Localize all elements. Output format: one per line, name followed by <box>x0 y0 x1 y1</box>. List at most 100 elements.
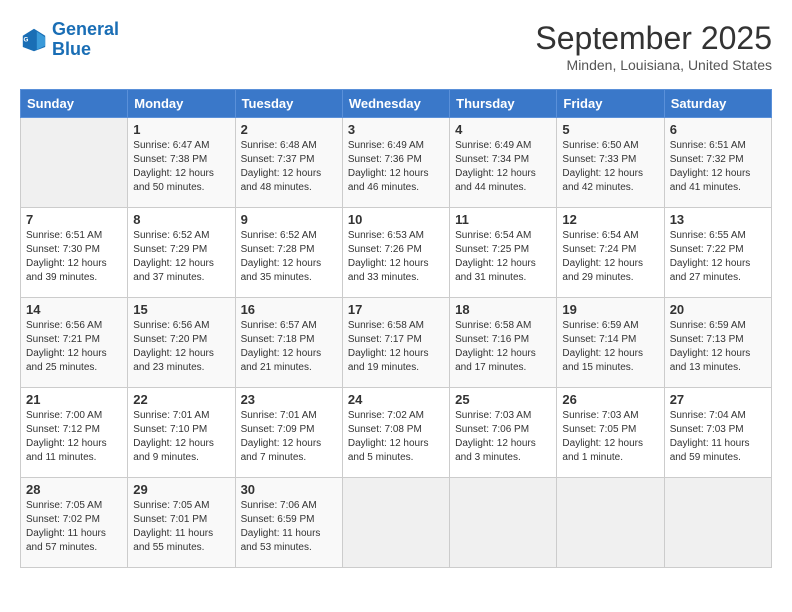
calendar-cell <box>557 478 664 568</box>
day-number: 21 <box>26 392 122 407</box>
week-row-0: 1 Sunrise: 6:47 AMSunset: 7:38 PMDaylight… <box>21 118 772 208</box>
day-info: Sunrise: 6:52 AMSunset: 7:29 PMDaylight:… <box>133 229 229 285</box>
day-info: Sunrise: 6:51 AMSunset: 7:32 PMDaylight:… <box>670 139 766 195</box>
day-number: 1 <box>133 122 229 137</box>
day-number: 30 <box>241 482 337 497</box>
day-info: Sunrise: 6:48 AMSunset: 7:37 PMDaylight:… <box>241 139 337 195</box>
day-info: Sunrise: 7:01 AMSunset: 7:10 PMDaylight:… <box>133 409 229 465</box>
logo-text-line1: General <box>52 20 119 40</box>
day-info: Sunrise: 6:59 AMSunset: 7:14 PMDaylight:… <box>562 319 658 375</box>
calendar-cell: 21 Sunrise: 7:00 AMSunset: 7:12 PMDayligh… <box>21 388 128 478</box>
day-number: 15 <box>133 302 229 317</box>
day-number: 16 <box>241 302 337 317</box>
calendar-cell <box>342 478 449 568</box>
calendar-cell: 10 Sunrise: 6:53 AMSunset: 7:26 PMDayligh… <box>342 208 449 298</box>
day-info: Sunrise: 6:55 AMSunset: 7:22 PMDaylight:… <box>670 229 766 285</box>
calendar-cell: 24Sunrise: 7:02 AMSunset: 7:08 PMDayligh… <box>342 388 449 478</box>
header-day-sunday: Sunday <box>21 90 128 118</box>
calendar-cell: 11 Sunrise: 6:54 AMSunset: 7:25 PMDayligh… <box>450 208 557 298</box>
calendar-cell: 29 Sunrise: 7:05 AMSunset: 7:01 PMDayligh… <box>128 478 235 568</box>
day-info: Sunrise: 7:03 AMSunset: 7:05 PMDaylight:… <box>562 409 658 465</box>
day-number: 29 <box>133 482 229 497</box>
logo: G General Blue <box>20 20 119 60</box>
calendar-cell: 30 Sunrise: 7:06 AMSunset: 6:59 PMDayligh… <box>235 478 342 568</box>
day-info: Sunrise: 6:54 AMSunset: 7:25 PMDaylight:… <box>455 229 551 285</box>
day-info: Sunrise: 6:47 AMSunset: 7:38 PMDaylight:… <box>133 139 229 195</box>
calendar-cell: 15 Sunrise: 6:56 AMSunset: 7:20 PMDayligh… <box>128 298 235 388</box>
day-info: Sunrise: 7:05 AMSunset: 7:02 PMDaylight:… <box>26 499 122 555</box>
day-number: 14 <box>26 302 122 317</box>
week-row-3: 21 Sunrise: 7:00 AMSunset: 7:12 PMDayligh… <box>21 388 772 478</box>
day-info: Sunrise: 6:52 AMSunset: 7:28 PMDaylight:… <box>241 229 337 285</box>
day-number: 10 <box>348 212 444 227</box>
day-number: 12 <box>562 212 658 227</box>
header-day-monday: Monday <box>128 90 235 118</box>
calendar-cell: 7 Sunrise: 6:51 AMSunset: 7:30 PMDaylight… <box>21 208 128 298</box>
header-day-saturday: Saturday <box>664 90 771 118</box>
calendar-cell <box>664 478 771 568</box>
day-info: Sunrise: 7:05 AMSunset: 7:01 PMDaylight:… <box>133 499 229 555</box>
calendar-cell <box>21 118 128 208</box>
calendar-cell: 1 Sunrise: 6:47 AMSunset: 7:38 PMDaylight… <box>128 118 235 208</box>
day-number: 27 <box>670 392 766 407</box>
week-row-4: 28 Sunrise: 7:05 AMSunset: 7:02 PMDayligh… <box>21 478 772 568</box>
day-info: Sunrise: 6:49 AMSunset: 7:34 PMDaylight:… <box>455 139 551 195</box>
calendar-cell: 14 Sunrise: 6:56 AMSunset: 7:21 PMDayligh… <box>21 298 128 388</box>
calendar-table: SundayMondayTuesdayWednesdayThursdayFrid… <box>20 89 772 568</box>
day-info: Sunrise: 6:59 AMSunset: 7:13 PMDaylight:… <box>670 319 766 375</box>
logo-icon: G <box>20 26 48 54</box>
day-number: 28 <box>26 482 122 497</box>
day-number: 22 <box>133 392 229 407</box>
day-info: Sunrise: 7:02 AMSunset: 7:08 PMDaylight:… <box>348 409 444 465</box>
day-number: 17 <box>348 302 444 317</box>
day-number: 23 <box>241 392 337 407</box>
day-info: Sunrise: 6:58 AMSunset: 7:17 PMDaylight:… <box>348 319 444 375</box>
calendar-cell: 2 Sunrise: 6:48 AMSunset: 7:37 PMDaylight… <box>235 118 342 208</box>
svg-text:G: G <box>24 36 29 43</box>
calendar-cell: 3Sunrise: 6:49 AMSunset: 7:36 PMDaylight… <box>342 118 449 208</box>
calendar-cell: 13Sunrise: 6:55 AMSunset: 7:22 PMDayligh… <box>664 208 771 298</box>
day-number: 19 <box>562 302 658 317</box>
page-header: G General Blue September 2025 Minden, Lo… <box>20 20 772 73</box>
day-number: 3 <box>348 122 444 137</box>
day-number: 4 <box>455 122 551 137</box>
header-day-tuesday: Tuesday <box>235 90 342 118</box>
calendar-cell: 22 Sunrise: 7:01 AMSunset: 7:10 PMDayligh… <box>128 388 235 478</box>
calendar-cell: 27Sunrise: 7:04 AMSunset: 7:03 PMDayligh… <box>664 388 771 478</box>
calendar-cell: 20 Sunrise: 6:59 AMSunset: 7:13 PMDayligh… <box>664 298 771 388</box>
day-number: 2 <box>241 122 337 137</box>
day-info: Sunrise: 6:54 AMSunset: 7:24 PMDaylight:… <box>562 229 658 285</box>
calendar-cell <box>450 478 557 568</box>
day-info: Sunrise: 6:56 AMSunset: 7:21 PMDaylight:… <box>26 319 122 375</box>
day-info: Sunrise: 6:51 AMSunset: 7:30 PMDaylight:… <box>26 229 122 285</box>
day-info: Sunrise: 7:03 AMSunset: 7:06 PMDaylight:… <box>455 409 551 465</box>
title-block: September 2025 Minden, Louisiana, United… <box>535 20 772 73</box>
header-day-thursday: Thursday <box>450 90 557 118</box>
day-info: Sunrise: 6:58 AMSunset: 7:16 PMDaylight:… <box>455 319 551 375</box>
day-info: Sunrise: 7:00 AMSunset: 7:12 PMDaylight:… <box>26 409 122 465</box>
day-number: 7 <box>26 212 122 227</box>
day-number: 11 <box>455 212 551 227</box>
day-info: Sunrise: 6:57 AMSunset: 7:18 PMDaylight:… <box>241 319 337 375</box>
day-number: 25 <box>455 392 551 407</box>
calendar-cell: 9 Sunrise: 6:52 AMSunset: 7:28 PMDaylight… <box>235 208 342 298</box>
calendar-cell: 12 Sunrise: 6:54 AMSunset: 7:24 PMDayligh… <box>557 208 664 298</box>
calendar-cell: 8Sunrise: 6:52 AMSunset: 7:29 PMDaylight… <box>128 208 235 298</box>
day-info: Sunrise: 7:01 AMSunset: 7:09 PMDaylight:… <box>241 409 337 465</box>
week-row-2: 14 Sunrise: 6:56 AMSunset: 7:21 PMDayligh… <box>21 298 772 388</box>
day-info: Sunrise: 6:50 AMSunset: 7:33 PMDaylight:… <box>562 139 658 195</box>
calendar-cell: 25 Sunrise: 7:03 AMSunset: 7:06 PMDayligh… <box>450 388 557 478</box>
calendar-cell: 18 Sunrise: 6:58 AMSunset: 7:16 PMDayligh… <box>450 298 557 388</box>
day-info: Sunrise: 6:53 AMSunset: 7:26 PMDaylight:… <box>348 229 444 285</box>
day-number: 9 <box>241 212 337 227</box>
day-number: 20 <box>670 302 766 317</box>
day-number: 5 <box>562 122 658 137</box>
header-day-friday: Friday <box>557 90 664 118</box>
week-row-1: 7 Sunrise: 6:51 AMSunset: 7:30 PMDaylight… <box>21 208 772 298</box>
calendar-cell: 4 Sunrise: 6:49 AMSunset: 7:34 PMDaylight… <box>450 118 557 208</box>
day-info: Sunrise: 7:06 AMSunset: 6:59 PMDaylight:… <box>241 499 337 555</box>
day-number: 26 <box>562 392 658 407</box>
day-number: 18 <box>455 302 551 317</box>
day-info: Sunrise: 6:56 AMSunset: 7:20 PMDaylight:… <box>133 319 229 375</box>
calendar-cell: 28 Sunrise: 7:05 AMSunset: 7:02 PMDayligh… <box>21 478 128 568</box>
